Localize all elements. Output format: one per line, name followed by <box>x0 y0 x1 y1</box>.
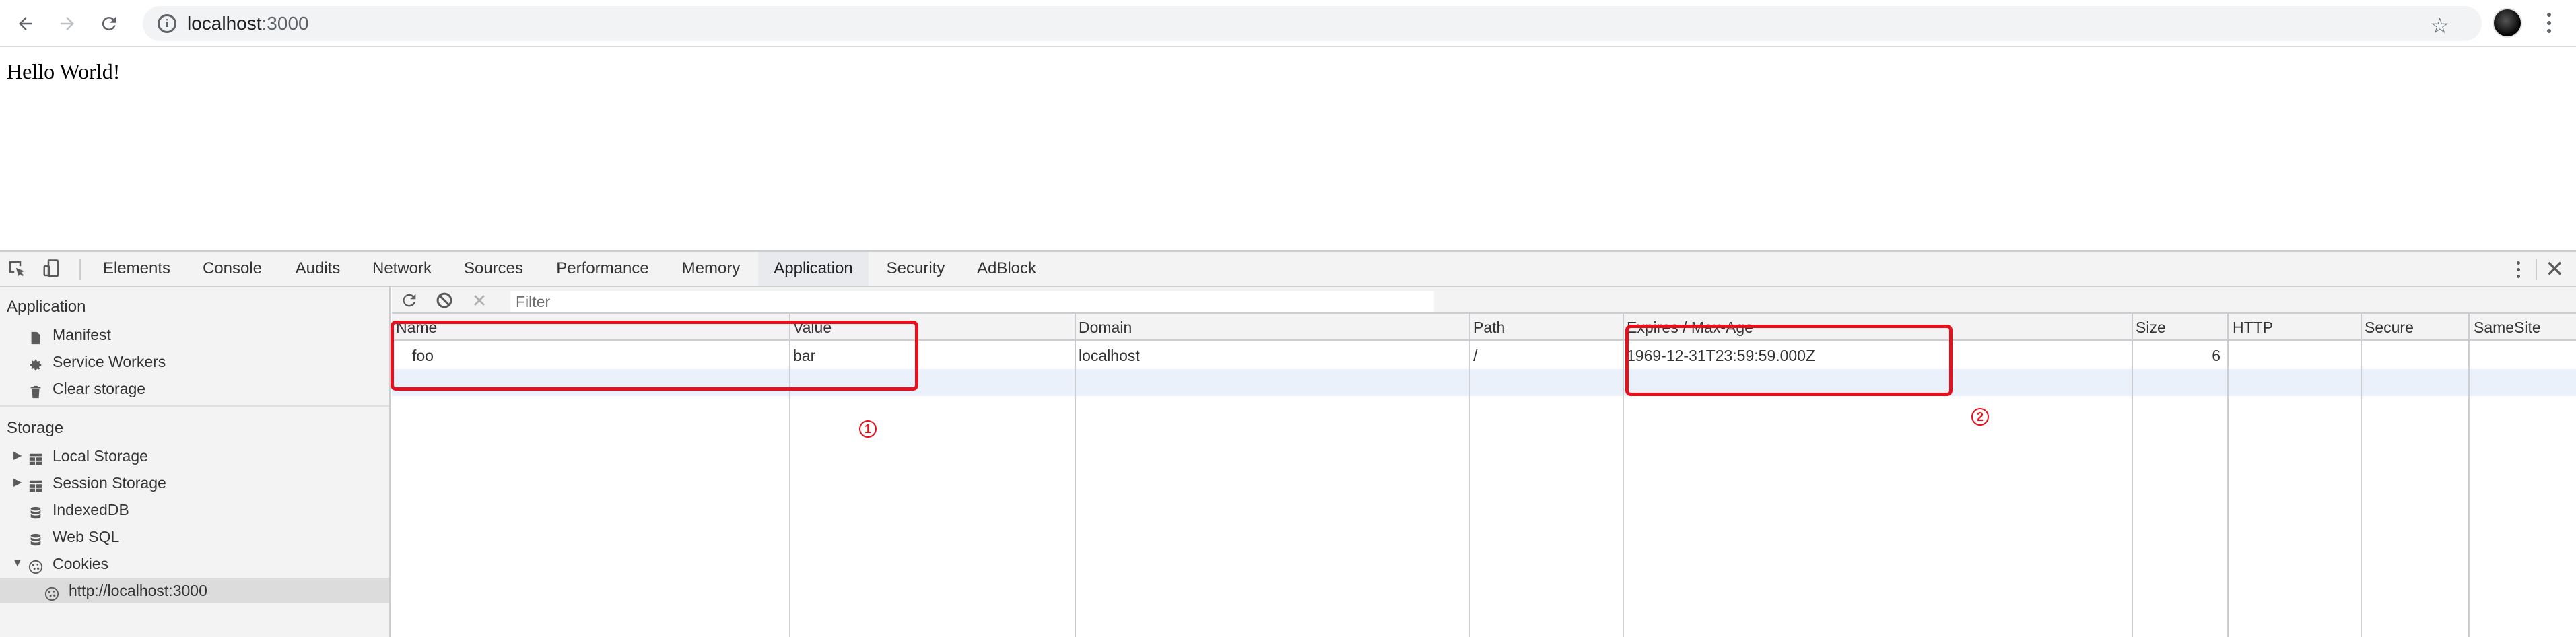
column-header-size[interactable]: Size <box>2132 314 2166 341</box>
forward-icon[interactable] <box>53 9 82 38</box>
filter-input[interactable] <box>510 291 1434 312</box>
tab-memory[interactable]: Memory <box>673 252 749 286</box>
callout-number-2: 2 <box>1971 408 1989 426</box>
info-icon[interactable]: i <box>158 14 176 33</box>
sidebar-item-cookie-origin[interactable]: http://localhost:3000 <box>0 578 389 603</box>
sidebar-item-session-storage[interactable]: ▶ Session Storage <box>0 470 389 496</box>
column-divider[interactable] <box>1075 314 1076 637</box>
close-devtools-icon[interactable]: ✕ <box>2545 256 2565 283</box>
column-header-domain[interactable]: Domain <box>1075 314 1132 341</box>
column-header-samesite[interactable]: SameSite <box>2470 314 2541 341</box>
column-divider[interactable] <box>2132 314 2133 637</box>
sidebar-item-label: Manifest <box>53 326 111 343</box>
document-icon <box>28 327 43 345</box>
expand-triangle-icon[interactable]: ▶ <box>13 470 22 496</box>
device-toolbar-icon[interactable] <box>42 259 63 280</box>
database-icon <box>28 529 43 546</box>
sidebar-item-web-sql[interactable]: Web SQL <box>0 524 389 549</box>
devtools-menu-icon[interactable] <box>2517 257 2520 281</box>
collapse-triangle-icon[interactable]: ▼ <box>12 551 23 576</box>
highlight-box-expires <box>1625 325 1953 396</box>
tab-adblock[interactable]: AdBlock <box>968 252 1045 286</box>
sidebar-item-clear-storage[interactable]: Clear storage <box>0 376 389 401</box>
toolbar-divider <box>2536 259 2537 280</box>
clear-all-icon[interactable] <box>435 291 454 310</box>
column-divider[interactable] <box>1469 314 1470 637</box>
back-icon[interactable] <box>11 9 40 38</box>
column-header-http[interactable]: HTTP <box>2229 314 2273 341</box>
cookie-samesite-cell[interactable] <box>2470 342 2474 369</box>
sidebar-item-service-workers[interactable]: Service Workers <box>0 349 389 374</box>
bookmark-star-icon[interactable]: ☆ <box>2430 13 2449 38</box>
tab-security[interactable]: Security <box>875 252 956 286</box>
page-text: Hello World! <box>7 59 121 83</box>
trash-icon <box>28 381 43 399</box>
cookie-size-cell[interactable]: 6 <box>2132 342 2227 369</box>
sidebar-item-local-storage[interactable]: ▶ Local Storage <box>0 443 389 469</box>
sidebar-item-label: Web SQL <box>53 528 120 545</box>
sidebar-item-label: Clear storage <box>53 380 146 397</box>
application-sidebar: Application Manifest Service Workers Cle… <box>0 287 391 637</box>
tab-application[interactable]: Application <box>758 252 869 286</box>
address-bar[interactable]: i localhost:3000 ☆ <box>143 6 2482 41</box>
sidebar-item-label: Session Storage <box>53 474 166 492</box>
refresh-icon[interactable] <box>400 291 419 310</box>
cookies-toolbar <box>392 287 2576 314</box>
highlight-box-name-value <box>391 321 918 391</box>
url-text[interactable]: localhost:3000 <box>187 14 309 33</box>
profile-avatar[interactable] <box>2493 8 2522 38</box>
cookie-domain-cell[interactable]: localhost <box>1075 342 1140 369</box>
grid-icon <box>28 448 43 465</box>
browser-toolbar: i localhost:3000 ☆ <box>0 0 2576 47</box>
expand-triangle-icon[interactable]: ▶ <box>13 443 22 469</box>
sidebar-divider <box>0 405 389 407</box>
tab-audits[interactable]: Audits <box>284 252 351 286</box>
page-viewport: Hello World! <box>0 48 2576 250</box>
gear-icon <box>28 354 43 371</box>
cookie-http-cell[interactable] <box>2229 342 2233 369</box>
sidebar-item-label: Cookies <box>53 555 109 572</box>
sidebar-item-manifest[interactable]: Manifest <box>0 322 389 347</box>
toolbar-divider <box>79 259 81 280</box>
tab-console[interactable]: Console <box>190 252 275 286</box>
sidebar-item-label: IndexedDB <box>53 501 129 518</box>
cookie-icon <box>28 556 43 574</box>
sidebar-item-cookies[interactable]: ▼ Cookies <box>0 551 389 576</box>
sidebar-item-indexeddb[interactable]: IndexedDB <box>0 497 389 523</box>
column-divider[interactable] <box>1623 314 1624 637</box>
sidebar-section-storage: Storage <box>7 419 64 437</box>
tab-performance[interactable]: Performance <box>547 252 658 286</box>
browser-menu-icon[interactable] <box>2541 7 2557 39</box>
database-icon <box>28 502 43 519</box>
reload-icon[interactable] <box>94 9 124 38</box>
column-divider[interactable] <box>2468 314 2470 637</box>
sidebar-item-label: Local Storage <box>53 447 148 465</box>
column-header-path[interactable]: Path <box>1469 314 1505 341</box>
tab-elements[interactable]: Elements <box>94 252 179 286</box>
cookie-icon <box>44 583 59 601</box>
column-header-secure[interactable]: Secure <box>2361 314 2414 341</box>
callout-number-1: 1 <box>859 420 877 438</box>
column-divider[interactable] <box>2227 314 2229 637</box>
tab-network[interactable]: Network <box>364 252 440 286</box>
sidebar-item-label: http://localhost:3000 <box>69 582 207 599</box>
delete-selected-icon[interactable] <box>470 291 489 310</box>
devtools-panel: Elements Console Audits Network Sources … <box>0 250 2576 637</box>
inspect-element-icon[interactable] <box>7 259 28 280</box>
grid-icon <box>28 475 43 492</box>
devtools-tab-bar: Elements Console Audits Network Sources … <box>0 252 2576 287</box>
sidebar-section-application: Application <box>7 298 86 316</box>
sidebar-item-label: Service Workers <box>53 353 166 370</box>
tab-sources[interactable]: Sources <box>455 252 532 286</box>
column-divider[interactable] <box>2361 314 2362 637</box>
